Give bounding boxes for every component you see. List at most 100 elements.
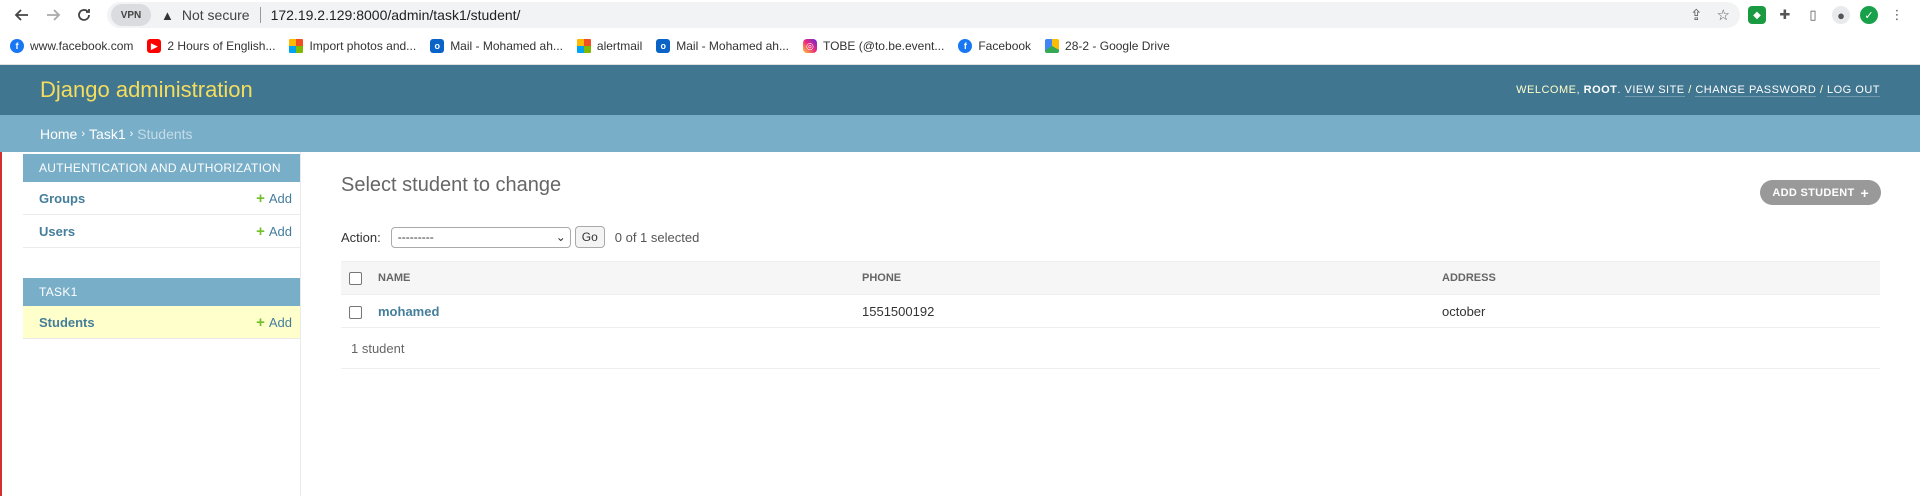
window-edge <box>0 152 2 496</box>
bookmark-label: Import photos and... <box>309 39 417 53</box>
select-all-checkbox[interactable] <box>349 271 362 285</box>
add-student-label: Add student <box>1772 186 1855 199</box>
breadcrumb-separator: › <box>81 127 86 140</box>
omnibox-divider <box>259 7 261 23</box>
share-icon[interactable]: ⇪ <box>1690 6 1703 24</box>
app-module-task1: Task1 Students + Add <box>23 278 300 339</box>
side-panel-icon[interactable]: ▯ <box>1804 6 1822 24</box>
bookmarks-bar: f www.facebook.com ▶ 2 Hours of English...… <box>0 30 1920 62</box>
action-select-value: --------- <box>397 230 434 244</box>
add-student-button[interactable]: Add student + <box>1760 180 1881 205</box>
results-table: Name Phone Address mohamed 1551500192 oc… <box>341 261 1880 328</box>
microsoft-icon <box>576 39 591 53</box>
students-add-link[interactable]: + Add <box>256 314 292 331</box>
sidebar-item-users: Users + Add <box>23 215 300 248</box>
app-module-auth: Authentication and Authorization Groups … <box>23 154 300 248</box>
change-password-link[interactable]: Change password <box>1695 84 1817 97</box>
shield-extension-icon[interactable]: ◆ <box>1748 6 1766 24</box>
bookmark-label: Mail - Mohamed ah... <box>676 39 789 53</box>
paginator: 1 student <box>341 328 1880 369</box>
breadcrumb: Home › Task1 › Students <box>0 115 1920 152</box>
warning-icon[interactable]: ▲ <box>161 8 174 23</box>
row-checkbox[interactable] <box>349 305 362 319</box>
breadcrumb-home[interactable]: Home <box>40 126 77 142</box>
bookmark-item[interactable]: f www.facebook.com <box>10 39 133 53</box>
omnibox-actions: ⇪ ☆ <box>1690 6 1730 24</box>
row-select-cell <box>341 294 370 328</box>
bookmark-label: 2 Hours of English... <box>167 39 276 53</box>
youtube-icon: ▶ <box>147 39 162 53</box>
bookmark-item[interactable]: 28-2 - Google Drive <box>1045 39 1170 53</box>
sidebar-item-groups: Groups + Add <box>23 182 300 215</box>
security-label[interactable]: Not secure <box>182 7 250 23</box>
bookmark-item[interactable]: f Facebook <box>958 39 1031 53</box>
add-label: Add <box>268 223 292 239</box>
breadcrumb-app[interactable]: Task1 <box>89 126 126 142</box>
check-extension-icon[interactable]: ✓ <box>1860 6 1878 24</box>
add-plus-icon: + <box>256 222 265 240</box>
main-area: Authentication and Authorization Groups … <box>0 152 1920 496</box>
content-main: Select student to change Add student + A… <box>301 152 1920 496</box>
phone-cell: 1551500192 <box>854 294 1434 328</box>
puzzle-extensions-icon[interactable]: ✚ <box>1776 6 1794 24</box>
browser-toolbar: VPN ▲ Not secure 172.19.2.129:8000/admin… <box>0 0 1920 30</box>
students-link[interactable]: Students <box>39 315 95 330</box>
microsoft-icon <box>289 39 304 53</box>
groups-add-link[interactable]: + Add <box>256 190 292 207</box>
admin-header: Django administration Welcome, root. Vie… <box>0 65 1920 115</box>
app-caption-auth[interactable]: Authentication and Authorization <box>23 154 300 182</box>
column-header-name[interactable]: Name <box>370 261 854 295</box>
vpn-button[interactable]: VPN <box>111 4 151 26</box>
users-add-link[interactable]: + Add <box>256 223 292 240</box>
add-label: Add <box>268 190 292 206</box>
page-title: Select student to change <box>341 174 562 196</box>
log-out-link[interactable]: Log out <box>1826 84 1880 97</box>
bookmark-item[interactable]: ◎ TOBE (@to.be.event... <box>802 39 944 53</box>
bookmark-item[interactable]: Import photos and... <box>289 39 416 53</box>
users-link[interactable]: Users <box>39 224 75 239</box>
student-name-link[interactable]: mohamed <box>378 304 439 319</box>
site-branding[interactable]: Django administration <box>40 77 253 103</box>
go-button[interactable]: Go <box>574 226 605 248</box>
bookmark-item[interactable]: alertmail <box>576 39 643 53</box>
bookmark-label: www.facebook.com <box>30 39 134 53</box>
chevron-down-icon: ⌄ <box>555 230 566 244</box>
bookmark-item[interactable]: o Mail - Mohamed ah... <box>430 39 563 53</box>
actions-bar: Action: --------- ⌄ Go 0 of 1 selected <box>341 225 1880 249</box>
url-text[interactable]: 172.19.2.129:8000/admin/task1/student/ <box>271 7 521 23</box>
column-header-address[interactable]: Address <box>1434 261 1880 295</box>
menu-kebab-icon[interactable]: ⋮ <box>1888 6 1906 24</box>
add-label: Add <box>268 314 292 330</box>
username: root <box>1583 84 1618 96</box>
facebook-icon: f <box>10 39 24 53</box>
bookmark-item[interactable]: o Mail - Mohamed ah... <box>656 39 789 53</box>
bookmark-star-icon[interactable]: ☆ <box>1717 6 1730 24</box>
profile-icon[interactable]: ● <box>1832 6 1850 24</box>
back-icon[interactable] <box>8 1 36 29</box>
reload-icon[interactable] <box>70 1 98 29</box>
nav-sidebar: Authentication and Authorization Groups … <box>23 152 301 496</box>
column-header-phone[interactable]: Phone <box>854 261 1434 295</box>
plus-icon: + <box>1860 184 1869 201</box>
sidebar-item-students: Students + Add <box>23 306 300 339</box>
groups-link[interactable]: Groups <box>39 191 85 206</box>
bookmark-item[interactable]: ▶ 2 Hours of English... <box>147 39 275 53</box>
user-tools: Welcome, root. View site / Change passwo… <box>1516 84 1880 97</box>
table-row: mohamed 1551500192 october <box>341 294 1880 328</box>
bookmark-label: Facebook <box>978 39 1032 53</box>
table-header-row: Name Phone Address <box>341 261 1880 295</box>
outlook-icon: o <box>656 39 671 53</box>
add-plus-icon: + <box>256 189 265 207</box>
bookmark-label: alertmail <box>596 39 643 53</box>
address-cell: october <box>1434 294 1880 328</box>
forward-icon[interactable] <box>39 1 67 29</box>
breadcrumb-current: Students <box>137 125 193 142</box>
google-drive-icon <box>1045 39 1060 53</box>
bookmark-label: Mail - Mohamed ah... <box>450 39 563 53</box>
address-bar[interactable]: VPN ▲ Not secure 172.19.2.129:8000/admin… <box>107 2 1740 28</box>
view-site-link[interactable]: View site <box>1624 84 1685 97</box>
facebook-icon: f <box>958 39 973 53</box>
action-select[interactable]: --------- ⌄ <box>390 226 571 248</box>
app-caption-task1[interactable]: Task1 <box>23 278 300 306</box>
result-list: Name Phone Address mohamed 1551500192 oc… <box>341 261 1880 369</box>
